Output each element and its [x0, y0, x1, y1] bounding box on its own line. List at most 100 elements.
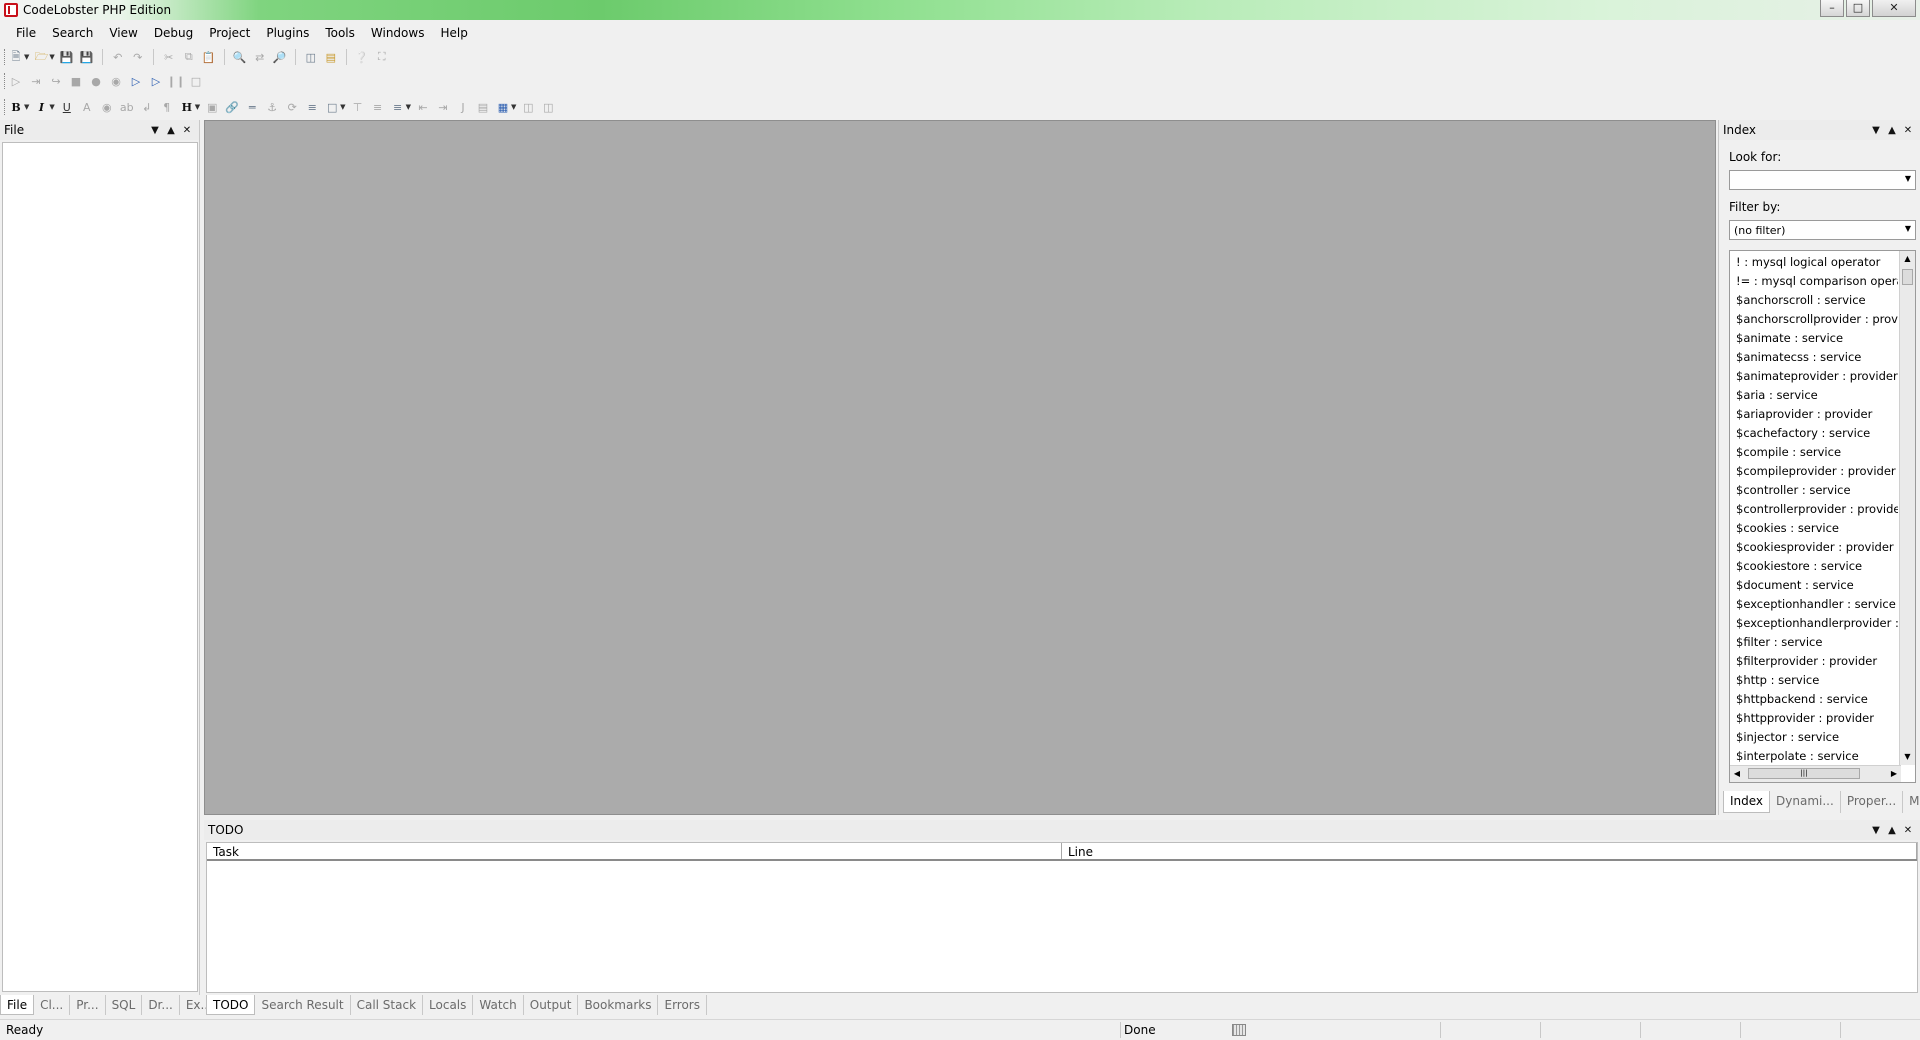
continue-icon[interactable]: ▷ [148, 73, 164, 89]
form-icon[interactable]: ▤ [475, 99, 491, 115]
tab-bookmarks[interactable]: Bookmarks [578, 995, 659, 1015]
maximize-button[interactable]: □ [1846, 0, 1870, 17]
tab-classes[interactable]: Cl... [34, 995, 71, 1015]
span-icon[interactable]: ◫ [540, 99, 556, 115]
list-item[interactable]: ! : mysql logical operator [1730, 253, 1898, 272]
run-icon[interactable]: ▷ [8, 73, 24, 89]
line-break-icon[interactable]: ↲ [139, 99, 155, 115]
tab-properties[interactable]: Proper... [1841, 791, 1904, 813]
list-item[interactable]: $httpprovider : provider [1730, 709, 1898, 728]
list-item[interactable]: $injector : service [1730, 728, 1898, 747]
strikethrough-icon[interactable]: ab [119, 99, 135, 115]
horizontal-rule-icon[interactable]: ═ [244, 99, 260, 115]
tab-map[interactable]: Map [1903, 791, 1920, 813]
preformatted-icon[interactable]: ≡ [370, 99, 386, 115]
toggle-panel-icon[interactable]: ◫ [303, 49, 319, 65]
todo-grid[interactable]: Task Line [206, 842, 1918, 993]
chevron-down-icon[interactable]: ▼ [406, 103, 411, 111]
scroll-thumb[interactable] [1902, 269, 1913, 285]
pause-icon[interactable]: ❙❙ [167, 73, 185, 89]
dropdown-icon[interactable]: ▼ [1868, 125, 1884, 136]
chevron-down-icon[interactable]: ▼ [24, 53, 29, 61]
stop-debug-icon[interactable]: □ [188, 73, 204, 89]
find-in-files-icon[interactable]: 🔎 [272, 49, 288, 65]
help-icon[interactable]: ❔ [354, 49, 370, 65]
list-item[interactable]: $animateprovider : provider [1730, 367, 1898, 386]
tab-errors[interactable]: Errors [658, 995, 707, 1015]
list-item[interactable]: $cookies : service [1730, 519, 1898, 538]
list-item[interactable]: $exceptionhandler : service [1730, 595, 1898, 614]
copy-icon[interactable]: ⧉ [181, 49, 197, 65]
tab-call-stack[interactable]: Call Stack [351, 995, 424, 1015]
div-icon[interactable]: ◫ [520, 99, 536, 115]
pin-icon[interactable]: ▲ [1884, 125, 1900, 136]
menu-project[interactable]: Project [201, 23, 258, 43]
stop-icon[interactable]: ■ [68, 73, 84, 89]
step-into-icon[interactable]: ⇥ [28, 73, 44, 89]
close-icon[interactable]: ✕ [1900, 125, 1916, 136]
scroll-right-icon[interactable]: ▶ [1887, 766, 1901, 782]
new-file-icon[interactable]: 🗎 [8, 49, 24, 65]
pin-icon[interactable]: ▲ [1884, 825, 1900, 836]
file-tree[interactable] [2, 142, 198, 992]
redo-icon[interactable]: ↷ [130, 49, 146, 65]
chevron-down-icon[interactable]: ▼ [195, 103, 200, 111]
close-icon[interactable]: ✕ [1900, 825, 1916, 836]
save-icon[interactable]: 💾 [59, 49, 75, 65]
tab-project[interactable]: Pr... [70, 995, 106, 1015]
replace-icon[interactable]: ⇄ [252, 49, 268, 65]
paragraph-icon[interactable]: ¶ [159, 99, 175, 115]
italic-icon[interactable]: I [33, 99, 49, 115]
scroll-left-icon[interactable]: ◀ [1730, 766, 1744, 782]
tab-drupal[interactable]: Dr... [142, 995, 180, 1015]
align-top-icon[interactable]: ⊤ [350, 99, 366, 115]
list-item[interactable]: $ariaprovider : provider [1730, 405, 1898, 424]
index-list[interactable]: ! : mysql logical operator != : mysql co… [1729, 250, 1916, 783]
tab-file[interactable]: File [0, 995, 35, 1015]
script-icon[interactable]: J [455, 99, 471, 115]
editor-area[interactable] [204, 120, 1716, 815]
list-item[interactable]: $http : service [1730, 671, 1898, 690]
list-item[interactable]: $document : service [1730, 576, 1898, 595]
list-item[interactable]: $filter : service [1730, 633, 1898, 652]
column-header-task[interactable]: Task [207, 843, 1062, 859]
list-item[interactable]: $anchorscrollprovider : provider [1730, 310, 1898, 329]
tab-index[interactable]: Index [1723, 791, 1771, 813]
dropdown-icon[interactable]: ▼ [147, 125, 163, 136]
list-item[interactable]: $cachefactory : service [1730, 424, 1898, 443]
find-icon[interactable]: 🔍 [232, 49, 248, 65]
chevron-down-icon[interactable]: ▼ [24, 103, 29, 111]
scroll-thumb[interactable]: ||| [1748, 768, 1860, 779]
clear-breakpoints-icon[interactable]: ◉ [108, 73, 124, 89]
tab-todo[interactable]: TODO [206, 995, 256, 1015]
menu-debug[interactable]: Debug [146, 23, 201, 43]
font-icon[interactable]: A [79, 99, 95, 115]
list-item[interactable]: $filterprovider : provider [1730, 652, 1898, 671]
tab-watch[interactable]: Watch [473, 995, 524, 1015]
list-item[interactable]: $compile : service [1730, 443, 1898, 462]
bold-icon[interactable]: B [8, 99, 24, 115]
list-item[interactable]: $exceptionhandlerprovider : provider [1730, 614, 1898, 633]
heading-icon[interactable]: H [179, 99, 195, 115]
filter-select[interactable]: (no filter) ▼ [1729, 220, 1916, 240]
align-center-icon[interactable]: ≡ [304, 99, 320, 115]
look-for-input[interactable]: ▼ [1729, 170, 1916, 190]
open-folder-icon[interactable]: 🗁 [33, 49, 49, 65]
undo-icon[interactable]: ↶ [110, 49, 126, 65]
save-all-icon[interactable]: 💾 [79, 49, 95, 65]
list-item[interactable]: $controller : service [1730, 481, 1898, 500]
list-item[interactable]: $compileprovider : provider [1730, 462, 1898, 481]
breakpoint-icon[interactable]: ● [88, 73, 104, 89]
link-icon[interactable]: 🔗 [224, 99, 240, 115]
scroll-down-icon[interactable]: ▼ [1900, 749, 1915, 765]
form-field-icon[interactable]: ▦ [495, 99, 511, 115]
column-header-line[interactable]: Line [1062, 843, 1917, 859]
list-item[interactable]: $anchorscroll : service [1730, 291, 1898, 310]
chevron-down-icon[interactable]: ▼ [1905, 224, 1911, 233]
tab-search-result[interactable]: Search Result [255, 995, 351, 1015]
table-icon[interactable]: □ [324, 99, 340, 115]
close-button[interactable]: ✕ [1872, 0, 1916, 17]
menu-tools[interactable]: Tools [317, 23, 363, 43]
pin-icon[interactable]: ▲ [163, 125, 179, 136]
menu-view[interactable]: View [101, 23, 145, 43]
